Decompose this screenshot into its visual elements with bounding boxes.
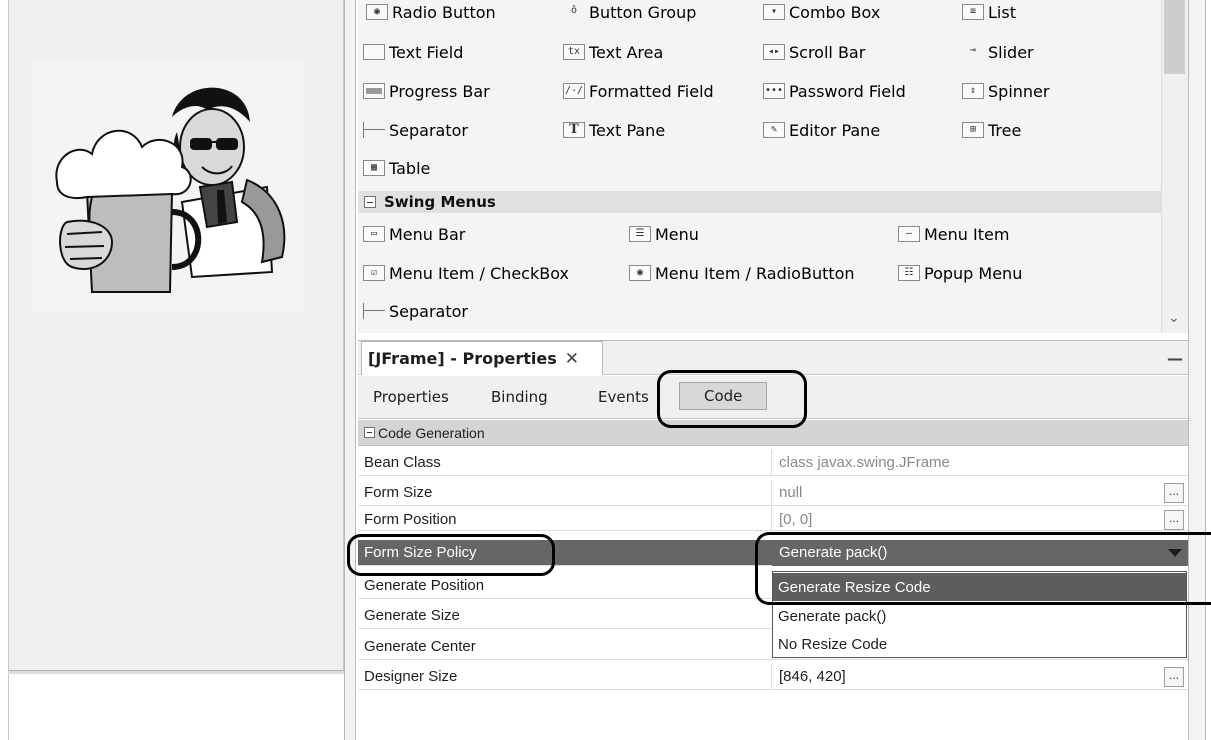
dropdown-option-generate-resize-code[interactable]: Generate Resize Code xyxy=(773,573,1186,601)
palette-item-menu-item[interactable]: — Menu Item xyxy=(898,222,1009,246)
spinner-icon: ⇕ xyxy=(962,83,984,99)
text-pane-icon: T xyxy=(563,122,585,138)
jframe-bottom-edge xyxy=(8,670,344,674)
property-row-bean-class[interactable]: Bean Class class javax.swing.JFrame xyxy=(358,450,1188,476)
tab-properties[interactable]: Properties xyxy=(373,386,449,408)
swing-menus-category[interactable]: Swing Menus xyxy=(358,191,1161,213)
scroll-down-icon[interactable]: ⌄ xyxy=(1168,310,1180,326)
palette-item-spinner[interactable]: ⇕ Spinner xyxy=(962,79,1049,103)
ellipsis-button[interactable]: ... xyxy=(1164,667,1184,687)
ide-window: ⌄ ◉ Radio Button ô Button Group ▾ Combo Box… xyxy=(0,0,1211,740)
menu-bar-icon: ▭ xyxy=(363,226,385,242)
palette-item-table[interactable]: ▦ Table xyxy=(363,156,430,180)
list-icon: ≡ xyxy=(962,4,984,20)
ide-right-border xyxy=(1188,0,1206,740)
text-field-icon xyxy=(363,44,385,60)
palette-item-text-field[interactable]: Text Field xyxy=(363,40,463,64)
palette-item-radio-button[interactable]: ◉ Radio Button xyxy=(366,0,496,24)
palette-item-progress-bar[interactable]: Progress Bar xyxy=(363,79,490,103)
property-row-form-size[interactable]: Form Size null ... xyxy=(358,480,1188,506)
palette-item-tree[interactable]: ⊞ Tree xyxy=(962,118,1021,142)
separator-icon xyxy=(363,303,385,319)
palette-item-menu-bar[interactable]: ▭ Menu Bar xyxy=(363,222,465,246)
close-icon[interactable]: ✕ xyxy=(565,349,579,369)
design-canvas xyxy=(0,0,344,740)
minimize-icon[interactable]: — xyxy=(1167,349,1183,368)
properties-subtabs: Properties Binding Events Code xyxy=(358,376,1188,419)
ellipsis-button[interactable]: ... xyxy=(1164,510,1184,530)
slider-icon: ⊸ xyxy=(969,45,977,56)
menu-item-icon: — xyxy=(898,226,920,242)
scroll-bar-icon: ◂▸ xyxy=(763,44,785,60)
palette-item-password-field[interactable]: ••• Password Field xyxy=(763,79,906,103)
collapse-icon xyxy=(364,196,376,208)
palette-item-text-pane[interactable]: T Text Pane xyxy=(563,118,665,142)
formatted-field-icon: /-/ xyxy=(563,83,585,99)
dropdown-arrow-icon[interactable] xyxy=(1168,549,1182,557)
beer-mascot-image[interactable] xyxy=(32,62,303,311)
palette-item-button-group[interactable]: ô Button Group xyxy=(563,0,696,24)
properties-window-tab[interactable]: [JFrame] - Properties ✕ xyxy=(361,341,603,375)
canvas-border xyxy=(8,674,9,740)
palette-item-menu-separator[interactable]: Separator xyxy=(363,299,468,323)
tab-events[interactable]: Events xyxy=(598,386,649,408)
form-size-policy-dropdown: Generate Resize Code Generate pack() No … xyxy=(772,571,1187,658)
radio-button-icon: ◉ xyxy=(366,4,388,20)
combo-box-icon: ▾ xyxy=(763,4,785,20)
property-row-designer-size[interactable]: Designer Size [846, 420] ... xyxy=(358,664,1188,690)
tree-icon: ⊞ xyxy=(962,122,984,138)
dropdown-option-no-resize-code[interactable]: No Resize Code xyxy=(773,630,1186,658)
collapse-icon xyxy=(364,427,375,438)
palette-item-text-area[interactable]: tx Text Area xyxy=(563,40,663,64)
palette-item-slider[interactable]: ⊸ Slider xyxy=(962,40,1034,64)
button-group-icon: ô xyxy=(570,5,578,16)
palette-item-combo-box[interactable]: ▾ Combo Box xyxy=(763,0,880,24)
dropdown-option-generate-pack[interactable]: Generate pack() xyxy=(773,602,1186,630)
palette-scrollbar-thumb[interactable] xyxy=(1164,0,1185,74)
ide-left-border xyxy=(344,0,356,740)
palette-item-menu-item-checkbox[interactable]: ☑ Menu Item / CheckBox xyxy=(363,261,569,285)
progress-bar-icon xyxy=(363,83,385,99)
palette-item-formatted-field[interactable]: /-/Formatted Field xyxy=(563,79,714,103)
palette-item-scroll-bar[interactable]: ◂▸ Scroll Bar xyxy=(763,40,865,64)
palette-item-menu[interactable]: ☰ Menu xyxy=(629,222,699,246)
palette-item-separator[interactable]: Separator xyxy=(363,118,468,142)
beer-mascot-illustration xyxy=(55,87,286,293)
password-field-icon: ••• xyxy=(763,83,785,99)
palette-item-editor-pane[interactable]: ✎ Editor Pane xyxy=(763,118,880,142)
editor-pane-icon: ✎ xyxy=(763,122,785,138)
menu-icon: ☰ xyxy=(629,226,651,242)
tab-binding[interactable]: Binding xyxy=(491,386,548,408)
separator-icon xyxy=(363,122,385,138)
table-icon: ▦ xyxy=(363,160,385,176)
ellipsis-button[interactable]: ... xyxy=(1164,483,1184,503)
code-generation-group[interactable]: Code Generation xyxy=(358,420,1188,446)
menu-radio-icon: ◉ xyxy=(629,265,651,281)
popup-menu-icon: ☷ xyxy=(898,265,920,281)
tab-code[interactable]: Code xyxy=(679,382,768,410)
menu-checkbox-icon: ☑ xyxy=(363,265,385,281)
palette-item-menu-item-radiobutton[interactable]: ◉ Menu Item / RadioButton xyxy=(629,261,855,285)
palette-item-list[interactable]: ≡ List xyxy=(962,0,1016,24)
palette-item-popup-menu[interactable]: ☷ Popup Menu xyxy=(898,261,1022,285)
property-row-form-position[interactable]: Form Position [0, 0] ... xyxy=(358,507,1188,531)
text-area-icon: tx xyxy=(563,44,585,60)
property-row-form-size-policy[interactable]: Form Size Policy Generate pack() xyxy=(358,540,1188,566)
